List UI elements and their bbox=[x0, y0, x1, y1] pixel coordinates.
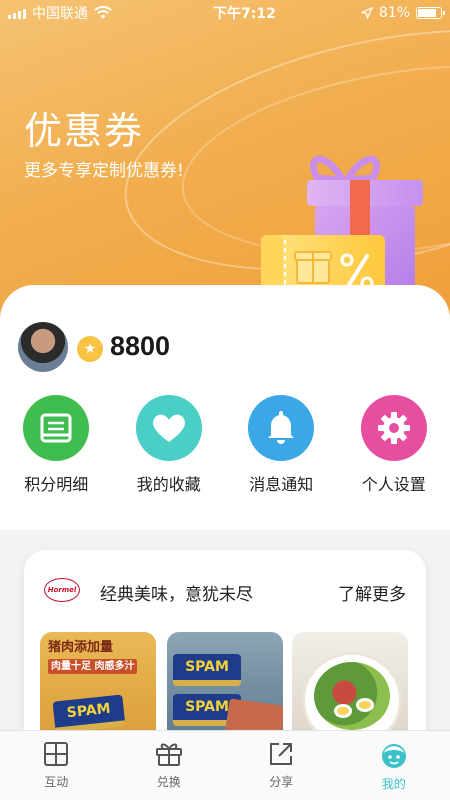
menu-item-settings[interactable]: 个人设置 bbox=[338, 395, 450, 495]
tab-exchange[interactable]: 兑换 bbox=[113, 731, 226, 800]
can-label: SPAM bbox=[66, 700, 112, 722]
tab-share[interactable]: 分享 bbox=[225, 731, 338, 800]
grid-icon bbox=[44, 742, 69, 766]
points-value: 8800 bbox=[110, 331, 171, 361]
menu-item-label: 消息通知 bbox=[249, 475, 314, 494]
profile-card: ★ 8800 积分明细 我的收藏 消息通知 个人设置 bbox=[0, 285, 450, 530]
menu-item-favorites[interactable]: 我的收藏 bbox=[113, 395, 226, 495]
carrier-label: 中国联通 bbox=[32, 6, 88, 22]
signal-icon bbox=[8, 7, 26, 19]
clock: 下午7:12 bbox=[213, 6, 276, 22]
spam-can-image: SPAM bbox=[173, 654, 241, 686]
quick-menu: 积分明细 我的收藏 消息通知 个人设置 bbox=[0, 395, 450, 495]
face-icon bbox=[381, 744, 406, 768]
menu-item-points-detail[interactable]: 积分明细 bbox=[0, 395, 113, 495]
battery-percent: 81% bbox=[378, 5, 410, 21]
page-title: 优惠券 bbox=[24, 109, 145, 153]
battery-fill bbox=[418, 9, 436, 17]
brand-promo-card[interactable]: Hormel 经典美味，意犹未尽 了解更多 猪肉添加量 肉量十足 肉感多汁 SP… bbox=[24, 550, 426, 750]
location-arrow-icon bbox=[360, 7, 373, 19]
egg-slice bbox=[334, 704, 352, 718]
can-label: SPAM bbox=[185, 699, 229, 715]
brand-logo-text: Hormel bbox=[47, 586, 77, 594]
gear-icon bbox=[360, 395, 427, 461]
can-label: SPAM bbox=[185, 659, 229, 675]
battery-icon bbox=[416, 7, 445, 19]
ledger-icon bbox=[23, 395, 90, 461]
thumb-caption: 猪肉添加量 bbox=[48, 640, 114, 655]
gift-box-icon bbox=[155, 743, 182, 766]
menu-item-label: 积分明细 bbox=[24, 475, 89, 494]
wifi-icon bbox=[94, 6, 112, 19]
tab-label: 互动 bbox=[44, 775, 69, 789]
coin-star-icon: ★ bbox=[77, 336, 103, 362]
learn-more-link[interactable]: 了解更多 bbox=[338, 580, 406, 605]
brand-logo: Hormel bbox=[44, 578, 80, 602]
menu-item-label: 我的收藏 bbox=[136, 475, 201, 494]
hero-banner: 中国联通 下午7:12 81% 优惠券 更多专享定制优惠券! bbox=[0, 0, 450, 330]
tab-label: 兑换 bbox=[156, 775, 181, 789]
bell-icon bbox=[248, 395, 315, 461]
bottom-tab-bar: 互动 兑换 分享 我的 bbox=[0, 730, 450, 800]
page-subtitle: 更多专享定制优惠券! bbox=[24, 161, 184, 181]
salad-greens bbox=[314, 662, 390, 730]
promo-title: 经典美味，意犹未尽 bbox=[100, 585, 253, 605]
avatar[interactable] bbox=[18, 322, 68, 372]
heart-icon bbox=[135, 395, 202, 461]
tab-mine[interactable]: 我的 bbox=[338, 731, 450, 800]
status-bar: 中国联通 下午7:12 81% bbox=[0, 0, 450, 26]
menu-item-notifications[interactable]: 消息通知 bbox=[225, 395, 338, 495]
spam-can-image: SPAM bbox=[52, 694, 126, 734]
menu-item-label: 个人设置 bbox=[361, 475, 426, 494]
tab-label: 分享 bbox=[269, 775, 294, 789]
tab-label: 我的 bbox=[381, 777, 406, 791]
thumb-subcaption: 肉量十足 肉感多汁 bbox=[48, 658, 138, 674]
egg-slice bbox=[356, 698, 374, 712]
share-icon bbox=[270, 743, 293, 765]
tab-interact[interactable]: 互动 bbox=[0, 731, 113, 800]
